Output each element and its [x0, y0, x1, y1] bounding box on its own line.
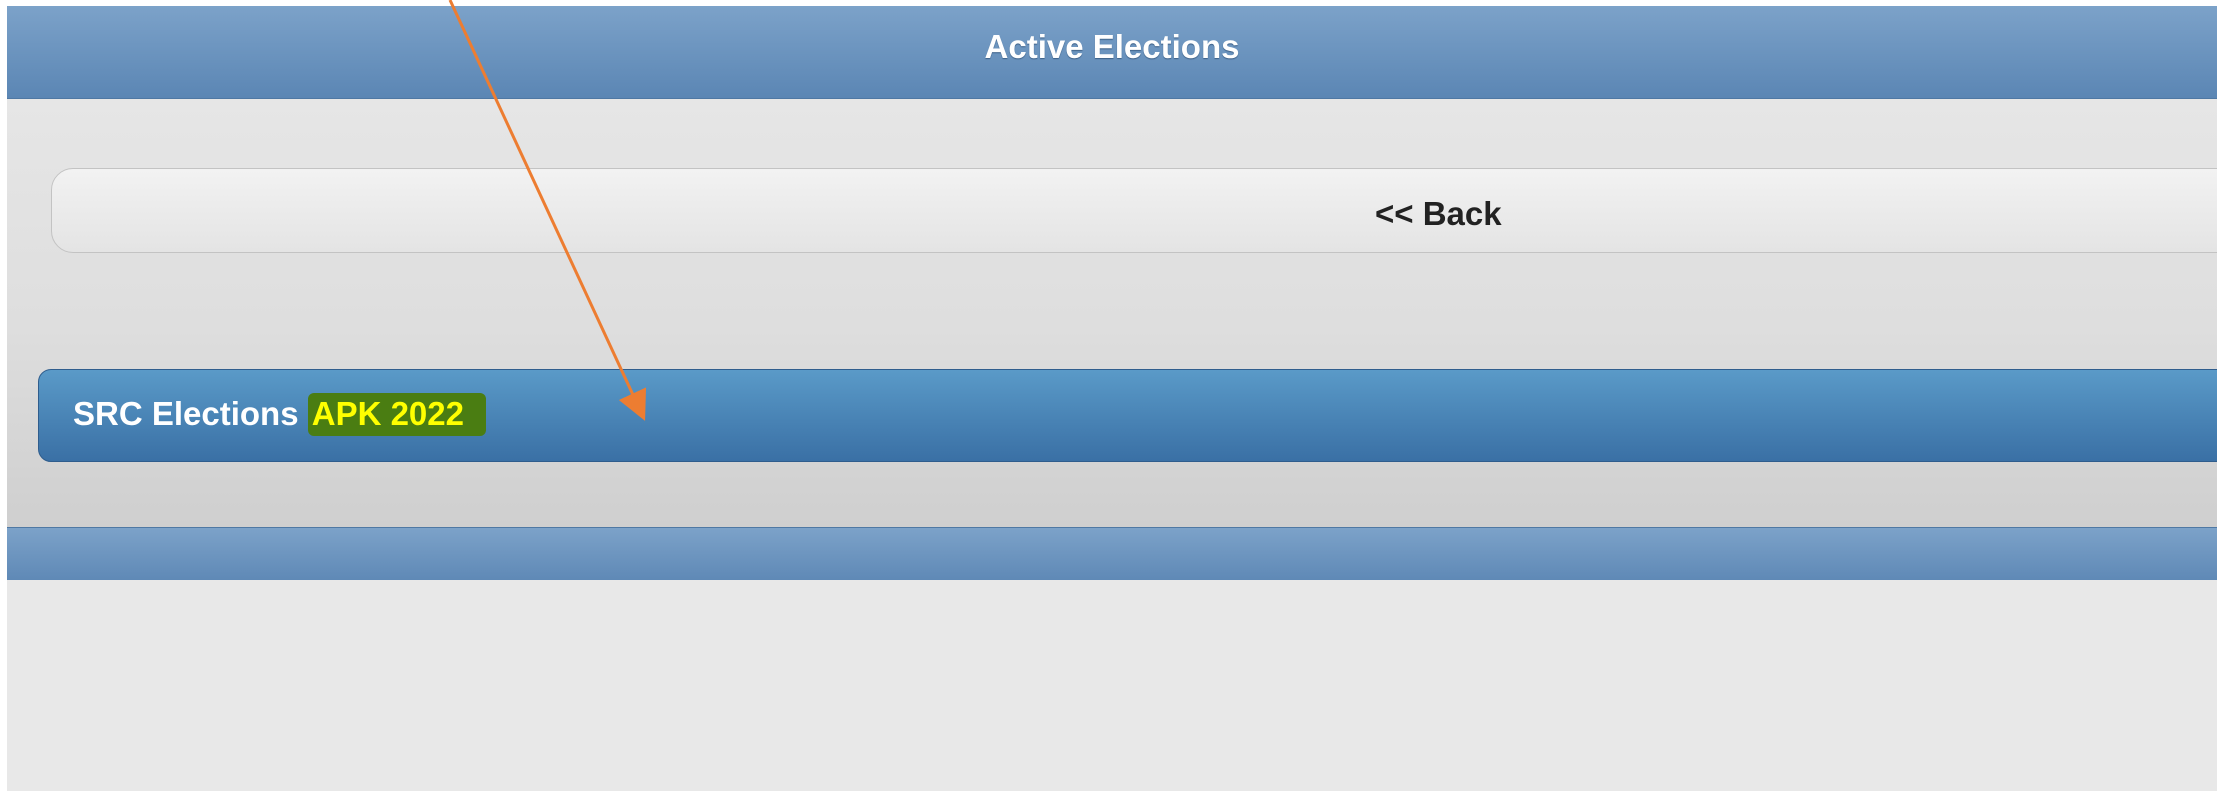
back-button[interactable]: << Back	[51, 168, 2217, 253]
election-list-item[interactable]: SRC Elections APK 2022	[38, 369, 2217, 462]
page-header: Active Elections	[7, 6, 2217, 99]
election-item-label: SRC Elections APK 2022	[73, 393, 486, 436]
empty-content-area	[7, 580, 2217, 791]
election-name: SRC Elections	[73, 395, 299, 432]
app-page: Active Elections << Back SRC Elections A…	[7, 6, 2217, 791]
back-button-label: << Back	[1375, 195, 1502, 232]
page-title: Active Elections	[984, 28, 1240, 65]
footer-bar	[7, 527, 2217, 581]
election-highlight: APK 2022	[307, 393, 486, 436]
